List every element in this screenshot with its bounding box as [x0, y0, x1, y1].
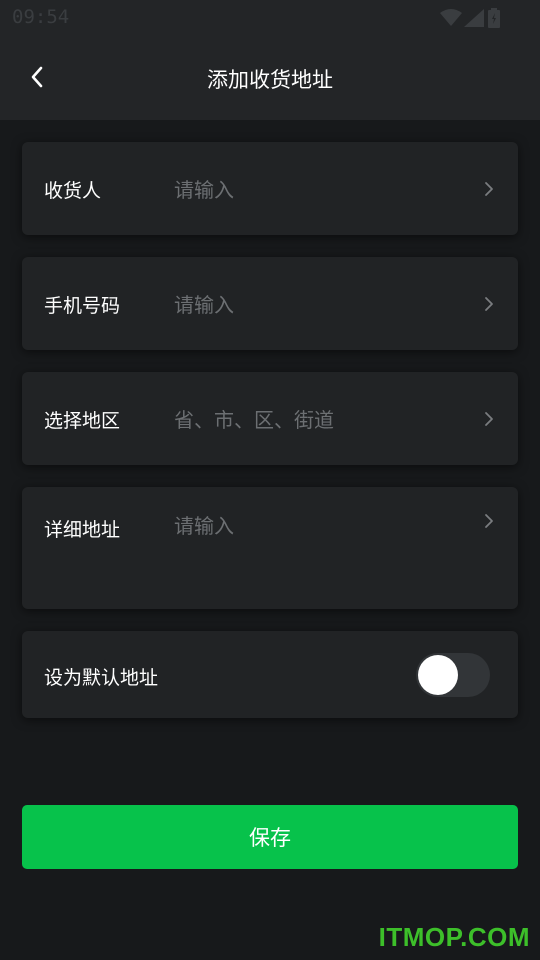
status-bar: 09:54: [0, 0, 540, 36]
phone-card[interactable]: 手机号码: [22, 257, 518, 350]
recipient-input[interactable]: [174, 175, 464, 205]
battery-icon: [488, 8, 500, 28]
watermark-logo: ITMOP.COM: [378, 922, 530, 952]
default-address-toggle[interactable]: [416, 653, 490, 697]
chevron-right-icon: [485, 412, 493, 426]
status-time: 09:54: [12, 6, 70, 28]
default-address-card: 设为默认地址: [22, 631, 518, 718]
toggle-knob: [418, 655, 458, 695]
detail-address-input[interactable]: [174, 512, 464, 572]
save-button[interactable]: 保存: [22, 805, 518, 869]
cellular-signal-icon: [464, 9, 484, 27]
detail-address-label: 详细地址: [44, 519, 121, 541]
chevron-right-icon: [485, 182, 493, 196]
wifi-icon: [440, 9, 462, 26]
region-card[interactable]: 选择地区: [22, 372, 518, 465]
region-label: 选择地区: [44, 410, 121, 432]
recipient-label: 收货人: [44, 180, 102, 202]
chevron-right-icon: [485, 297, 493, 311]
status-icons: [440, 8, 500, 28]
phone-input[interactable]: [174, 290, 464, 320]
chevron-right-icon: [485, 514, 493, 528]
region-selector[interactable]: [174, 405, 464, 435]
default-address-label: 设为默认地址: [44, 667, 159, 689]
phone-label: 手机号码: [44, 295, 121, 317]
detail-address-card[interactable]: 详细地址: [22, 487, 518, 609]
page-title: 添加收货地址: [207, 68, 333, 92]
recipient-card[interactable]: 收货人: [22, 142, 518, 235]
app-bar: 添加收货地址: [0, 36, 540, 120]
